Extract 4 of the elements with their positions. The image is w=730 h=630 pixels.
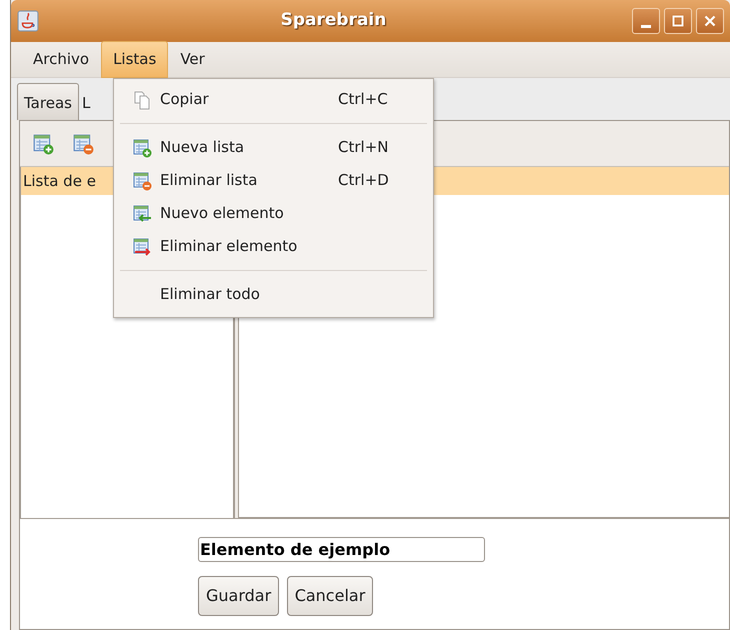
shortcut-label: Ctrl+D	[338, 170, 390, 192]
shortcut-label: Ctrl+N	[338, 137, 390, 158]
shortcut-label: Ctrl+C	[338, 89, 389, 110]
window-title: Sparebrain	[280, 9, 388, 32]
